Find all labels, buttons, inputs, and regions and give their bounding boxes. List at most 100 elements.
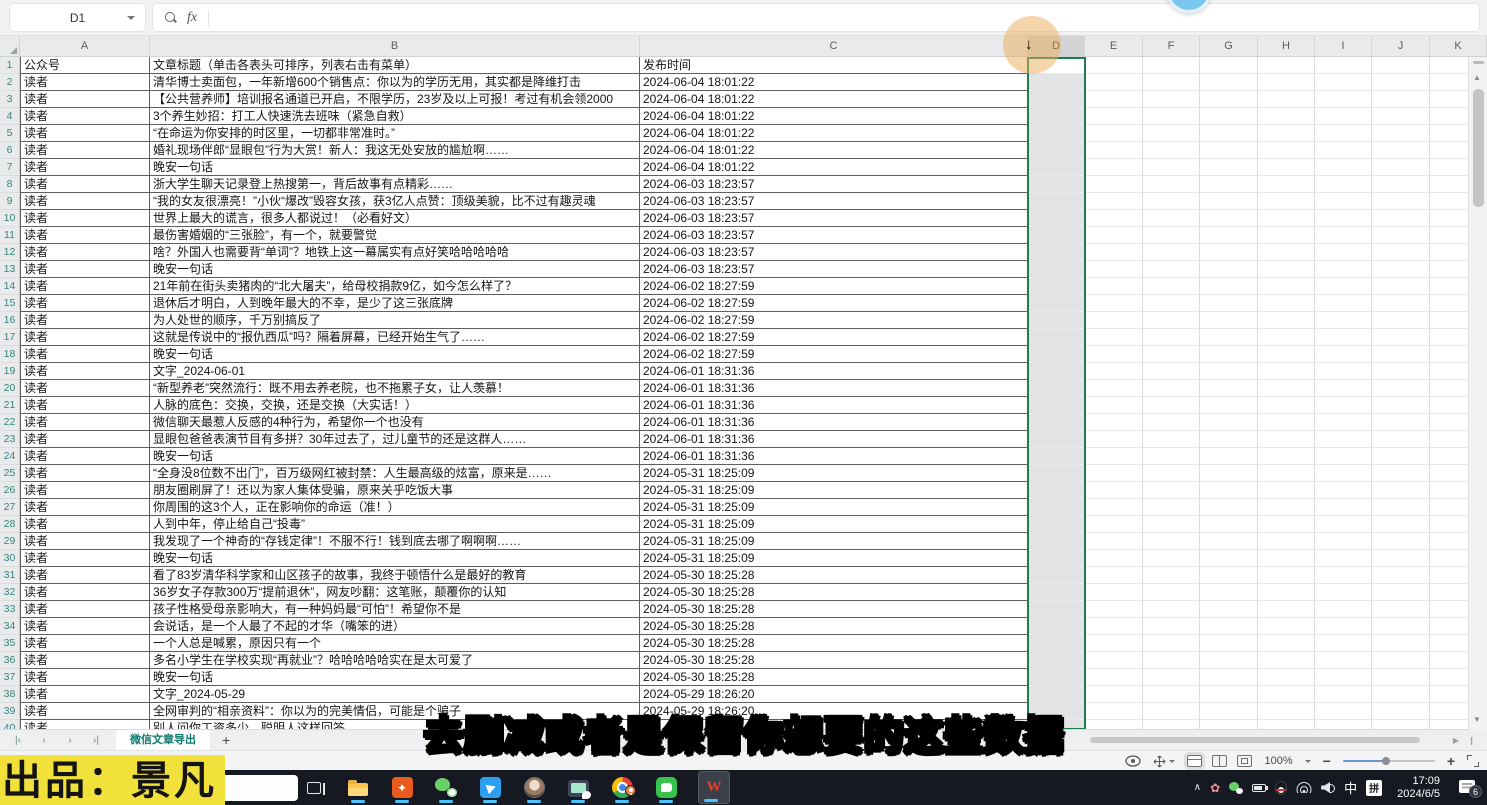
grid-cell-D6[interactable]	[1028, 142, 1085, 159]
grid-cell-F18[interactable]	[1143, 346, 1200, 363]
grid-cell-J29[interactable]	[1372, 533, 1430, 550]
scroll-down-icon[interactable]: ▼	[1473, 715, 1481, 724]
grid-cell-C15[interactable]: 2024-06-02 18:27:59	[640, 295, 1028, 312]
grid-cell-B32[interactable]: 36岁女子存款300万“提前退休”，网友吵翻：这笔账，颠覆你的认知	[150, 584, 640, 601]
grid-cell-C22[interactable]: 2024-06-01 18:31:36	[640, 414, 1028, 431]
grid-cell-A5[interactable]: 读者	[20, 125, 150, 142]
grid-cell-I9[interactable]	[1315, 193, 1372, 210]
grid-cell-H31[interactable]	[1258, 567, 1315, 584]
page-break-view-icon[interactable]	[1212, 755, 1227, 767]
grid-cell-F24[interactable]	[1143, 448, 1200, 465]
grid-cell-C16[interactable]: 2024-06-02 18:27:59	[640, 312, 1028, 329]
grid-cell-C30[interactable]: 2024-05-31 18:25:09	[640, 550, 1028, 567]
grid-cell-E1[interactable]	[1085, 57, 1143, 74]
grid-cell-H39[interactable]	[1258, 703, 1315, 720]
grid-cell-H6[interactable]	[1258, 142, 1315, 159]
grid-cell-C36[interactable]: 2024-05-30 18:25:28	[640, 652, 1028, 669]
grid-cell-A8[interactable]: 读者	[20, 176, 150, 193]
grid-cell-E9[interactable]	[1085, 193, 1143, 210]
grid-cell-E12[interactable]	[1085, 244, 1143, 261]
grid-cell-A34[interactable]: 读者	[20, 618, 150, 635]
grid-cell-I28[interactable]	[1315, 516, 1372, 533]
grid-cell-G18[interactable]	[1200, 346, 1258, 363]
row-number-22[interactable]: 22	[0, 414, 20, 431]
grid-cell-A30[interactable]: 读者	[20, 550, 150, 567]
row-number-15[interactable]: 15	[0, 295, 20, 312]
row-number-31[interactable]: 31	[0, 567, 20, 584]
zoom-dropdown-icon[interactable]	[1305, 760, 1311, 766]
grid-cell-D23[interactable]	[1028, 431, 1085, 448]
row-number-2[interactable]: 2	[0, 74, 20, 91]
grid-cell-J9[interactable]	[1372, 193, 1430, 210]
grid-cell-B2[interactable]: 清华博士卖面包，一年新增600个销售点：你以为的学历无用，其实都是降维打击	[150, 74, 640, 91]
grid-cell-J31[interactable]	[1372, 567, 1430, 584]
grid-cell-A3[interactable]: 读者	[20, 91, 150, 108]
grid-cell-D37[interactable]	[1028, 669, 1085, 686]
select-all-corner[interactable]	[0, 36, 20, 56]
grid-cell-A35[interactable]: 读者	[20, 635, 150, 652]
grid-cell-C6[interactable]: 2024-06-04 18:01:22	[640, 142, 1028, 159]
grid-cell-A32[interactable]: 读者	[20, 584, 150, 601]
grid-cell-B30[interactable]: 晚安一句话	[150, 550, 640, 567]
grid-cell-F6[interactable]	[1143, 142, 1200, 159]
grid-cell-J8[interactable]	[1372, 176, 1430, 193]
grid-cell-C33[interactable]: 2024-05-30 18:25:28	[640, 601, 1028, 618]
grid-cell-C31[interactable]: 2024-05-30 18:25:28	[640, 567, 1028, 584]
grid-cell-J1[interactable]	[1372, 57, 1430, 74]
grid-cell-G22[interactable]	[1200, 414, 1258, 431]
column-header-G[interactable]: G	[1200, 36, 1258, 56]
grid-cell-G15[interactable]	[1200, 295, 1258, 312]
grid-cell-I39[interactable]	[1315, 703, 1372, 720]
grid-cell-C26[interactable]: 2024-05-31 18:25:09	[640, 482, 1028, 499]
grid-cell-B34[interactable]: 会说话，是一个人最了不起的才华（嘴笨的进）	[150, 618, 640, 635]
row-number-14[interactable]: 14	[0, 278, 20, 295]
row-number-12[interactable]: 12	[0, 244, 20, 261]
grid-cell-G5[interactable]	[1200, 125, 1258, 142]
grid-cell-J20[interactable]	[1372, 380, 1430, 397]
grid-cell-A28[interactable]: 读者	[20, 516, 150, 533]
grid-cell-H21[interactable]	[1258, 397, 1315, 414]
grid-cell-J21[interactable]	[1372, 397, 1430, 414]
islide-app-button[interactable]: ✦	[390, 771, 414, 804]
grid-cell-I31[interactable]	[1315, 567, 1372, 584]
grid-cell-G8[interactable]	[1200, 176, 1258, 193]
zoom-level[interactable]: 100%	[1264, 755, 1292, 767]
grid-cell-B17[interactable]: 这就是传说中的“报仇西瓜”吗？隔着屏幕，已经开始生气了……	[150, 329, 640, 346]
grid-cell-H27[interactable]	[1258, 499, 1315, 516]
grid-cell-B37[interactable]: 晚安一句话	[150, 669, 640, 686]
grid-cell-J28[interactable]	[1372, 516, 1430, 533]
grid-cell-F13[interactable]	[1143, 261, 1200, 278]
grid-cell-D14[interactable]	[1028, 278, 1085, 295]
grid-cell-D26[interactable]	[1028, 482, 1085, 499]
grid-cell-F37[interactable]	[1143, 669, 1200, 686]
grid-cell-G12[interactable]	[1200, 244, 1258, 261]
horizontal-scrollbar-thumb[interactable]	[1090, 737, 1420, 743]
grid-cell-E15[interactable]	[1085, 295, 1143, 312]
grid-cell-H4[interactable]	[1258, 108, 1315, 125]
grid-cell-H12[interactable]	[1258, 244, 1315, 261]
grid-cell-D36[interactable]	[1028, 652, 1085, 669]
grid-cell-I26[interactable]	[1315, 482, 1372, 499]
row-number-20[interactable]: 20	[0, 380, 20, 397]
prev-sheet-icon[interactable]: ‹	[36, 735, 52, 746]
grid-cell-B15[interactable]: 退休后才明白，人到晚年最大的不幸，是少了这三张底牌	[150, 295, 640, 312]
grid-cell-F35[interactable]	[1143, 635, 1200, 652]
grid-cell-J6[interactable]	[1372, 142, 1430, 159]
grid-cell-A33[interactable]: 读者	[20, 601, 150, 618]
grid-cell-B1[interactable]: 文章标题（单击各表头可排序，列表右击有菜单）	[150, 57, 640, 74]
grid-cell-H35[interactable]	[1258, 635, 1315, 652]
grid-cell-H28[interactable]	[1258, 516, 1315, 533]
grid-cell-I29[interactable]	[1315, 533, 1372, 550]
row-number-34[interactable]: 34	[0, 618, 20, 635]
grid-cell-B35[interactable]: 一个人总是喊累，原因只有一个	[150, 635, 640, 652]
grid-cell-F36[interactable]	[1143, 652, 1200, 669]
grid-cell-C11[interactable]: 2024-06-03 18:23:57	[640, 227, 1028, 244]
grid-cell-G25[interactable]	[1200, 465, 1258, 482]
ime-pinyin-icon[interactable]: 拼	[1366, 780, 1382, 796]
grid-cell-B33[interactable]: 孩子性格受母亲影响大，有一种妈妈最“可怕”！希望你不是	[150, 601, 640, 618]
grid-cell-A14[interactable]: 读者	[20, 278, 150, 295]
grid-cell-I36[interactable]	[1315, 652, 1372, 669]
grid-cell-I23[interactable]	[1315, 431, 1372, 448]
grid-cell-F17[interactable]	[1143, 329, 1200, 346]
grid-cell-I33[interactable]	[1315, 601, 1372, 618]
